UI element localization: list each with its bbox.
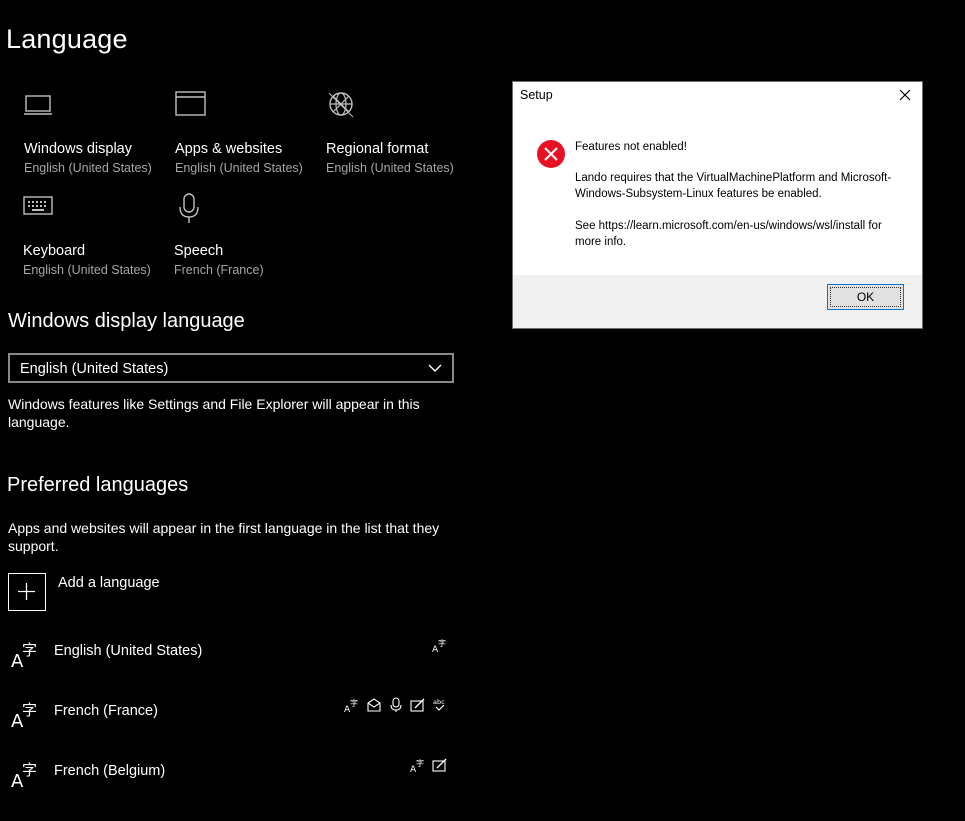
- focus-rect: [830, 287, 901, 307]
- display-language-heading: Windows display language: [8, 310, 245, 332]
- dialog-titlebar[interactable]: Setup: [513, 82, 922, 110]
- text-to-speech-icon: [367, 698, 381, 712]
- tile-title: Windows display: [24, 141, 132, 157]
- add-language-label[interactable]: Add a language: [58, 575, 160, 591]
- handwriting-icon: [410, 698, 425, 712]
- spell-check-icon: abc: [433, 698, 445, 711]
- monitor-icon: [24, 95, 52, 115]
- svg-text:字: 字: [350, 698, 358, 708]
- language-features: A 字: [432, 637, 448, 655]
- display-language-icon: A 字: [344, 698, 358, 713]
- speech-recognition-icon: [390, 697, 402, 712]
- display-language-icon: A 字: [432, 638, 446, 653]
- tile-subtitle: English (United States): [326, 161, 454, 175]
- tile-subtitle: English (United States): [23, 263, 151, 277]
- close-icon: [899, 89, 911, 101]
- svg-text:字: 字: [22, 701, 37, 719]
- tile-title: Regional format: [326, 141, 429, 157]
- page-title: Language: [6, 24, 128, 54]
- dialog-info: See https://learn.microsoft.com/en-us/wi…: [575, 220, 882, 248]
- add-language-button[interactable]: [8, 573, 46, 611]
- dropdown-selected-value: English (United States): [20, 361, 169, 377]
- language-row-fr-be[interactable]: A 字 French (Belgium) A 字: [10, 757, 450, 797]
- close-button[interactable]: [888, 82, 922, 110]
- preferred-languages-heading: Preferred languages: [7, 474, 189, 496]
- plus-icon: [18, 583, 35, 600]
- dialog-footer: OK: [513, 275, 922, 328]
- window-icon: [175, 91, 206, 116]
- language-features: A 字 abc: [344, 697, 448, 715]
- tile-title: Apps & websites: [175, 141, 283, 157]
- svg-text:字: 字: [438, 638, 446, 648]
- language-name: English (United States): [54, 643, 203, 659]
- tile-subtitle: English (United States): [175, 161, 303, 175]
- language-icon: A 字: [11, 641, 37, 672]
- display-language-description: Windows features like Settings and File …: [8, 396, 420, 430]
- tile-subtitle: English (United States): [24, 161, 152, 175]
- language-icon: A 字: [11, 761, 37, 792]
- language-row-fr-fr[interactable]: A 字 French (France) A 字 abc: [10, 697, 450, 737]
- tile-title: Keyboard: [23, 243, 86, 259]
- microphone-icon: [179, 193, 199, 223]
- svg-text:abc: abc: [433, 698, 445, 706]
- globe-icon: [328, 92, 354, 118]
- language-row-en-us[interactable]: A 字 English (United States) A 字: [10, 637, 450, 677]
- ok-button[interactable]: OK: [827, 284, 904, 310]
- language-name: French (Belgium): [54, 763, 166, 779]
- svg-text:字: 字: [22, 761, 37, 779]
- svg-text:字: 字: [22, 641, 37, 659]
- dialog-title: Setup: [520, 88, 553, 102]
- tile-subtitle: French (France): [174, 263, 264, 277]
- setup-dialog: Setup Features not enabled! Lando requir…: [512, 81, 923, 329]
- language-name: French (France): [54, 703, 158, 719]
- svg-text:字: 字: [416, 758, 424, 768]
- display-language-dropdown[interactable]: English (United States): [8, 353, 454, 383]
- language-icon: A 字: [11, 701, 37, 732]
- display-language-icon: A 字: [410, 758, 424, 773]
- error-icon: [537, 140, 565, 168]
- keyboard-icon: [23, 196, 53, 215]
- chevron-down-icon: [428, 364, 442, 372]
- handwriting-icon: [432, 758, 447, 772]
- dialog-message: Lando requires that the VirtualMachinePl…: [575, 172, 892, 200]
- preferred-languages-description: Apps and websites will appear in the fir…: [8, 520, 440, 554]
- dialog-heading: Features not enabled!: [575, 141, 687, 153]
- language-features: A 字: [410, 757, 448, 775]
- tile-title: Speech: [174, 243, 224, 259]
